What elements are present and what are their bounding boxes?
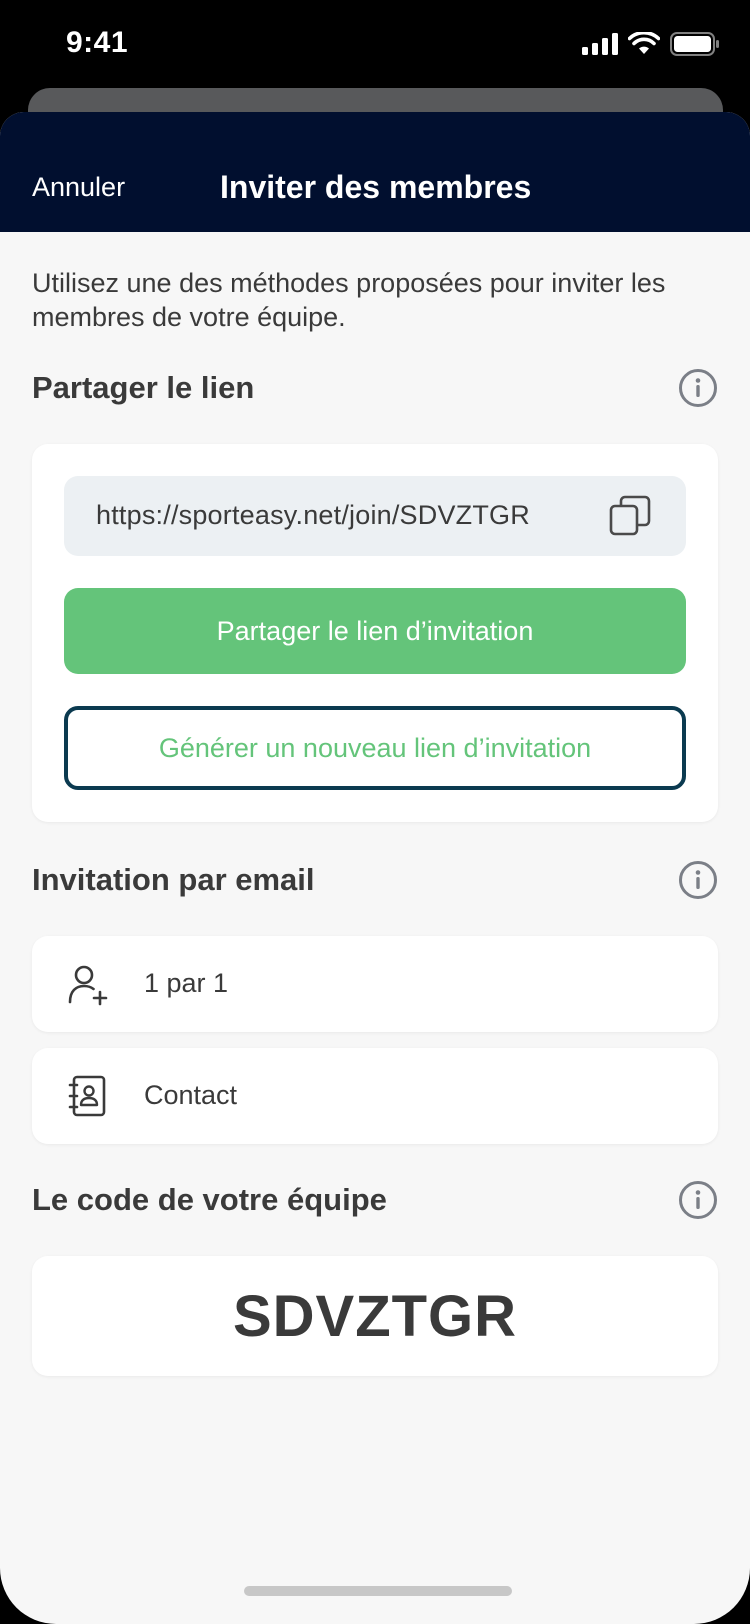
status-icons	[582, 32, 720, 56]
share-section-header: Partager le lien	[32, 366, 718, 410]
code-section-header: Le code de votre équipe	[32, 1178, 718, 1222]
invite-link-field[interactable]: https://sporteasy.net/join/SDVZTGR	[64, 476, 686, 556]
invite-one-by-one-item[interactable]: 1 par 1	[32, 936, 718, 1032]
team-code-card[interactable]: SDVZTGR	[32, 1256, 718, 1376]
battery-icon	[670, 32, 719, 56]
share-section-title: Partager le lien	[32, 370, 255, 405]
add-user-icon	[68, 965, 108, 1006]
invite-link-text: https://sporteasy.net/join/SDVZTGR	[96, 500, 530, 530]
team-code: SDVZTGR	[232, 1283, 518, 1349]
share-link-card: https://sporteasy.net/join/SDVZTGR Parta…	[32, 444, 718, 822]
code-section-title: Le code de votre équipe	[32, 1182, 387, 1217]
status-time: 9:41	[66, 26, 129, 59]
navigation-bar: Annuler Inviter des membres	[0, 112, 750, 232]
info-icon[interactable]	[678, 1180, 718, 1220]
signal-icon	[582, 33, 618, 55]
app-screen: 9:41 Annuler Inviter des membres Utilise…	[0, 0, 750, 1624]
generate-new-link-button[interactable]: Générer un nouveau lien d’invitation	[64, 706, 686, 790]
info-icon[interactable]	[678, 860, 718, 900]
invite-one-by-one-label: 1 par 1	[144, 968, 229, 998]
share-invite-link-button[interactable]: Partager le lien d’invitation	[64, 588, 686, 674]
cancel-button[interactable]: Annuler	[32, 172, 125, 203]
home-indicator	[244, 1586, 512, 1596]
invite-contact-label: Contact	[144, 1080, 238, 1110]
invite-modal: Annuler Inviter des membres Utilisez une…	[0, 112, 750, 1624]
copy-icon[interactable]	[608, 494, 652, 538]
invite-contact-item[interactable]: Contact	[32, 1048, 718, 1144]
intro-text: Utilisez une des méthodes proposées pour…	[32, 268, 666, 332]
status-bar: 9:41	[0, 0, 750, 88]
info-icon[interactable]	[678, 368, 718, 408]
email-section-title: Invitation par email	[32, 862, 315, 897]
email-section-header: Invitation par email	[32, 858, 718, 902]
wifi-icon	[628, 32, 660, 54]
contact-book-icon	[68, 1075, 106, 1117]
page-title: Inviter des membres	[220, 169, 532, 205]
